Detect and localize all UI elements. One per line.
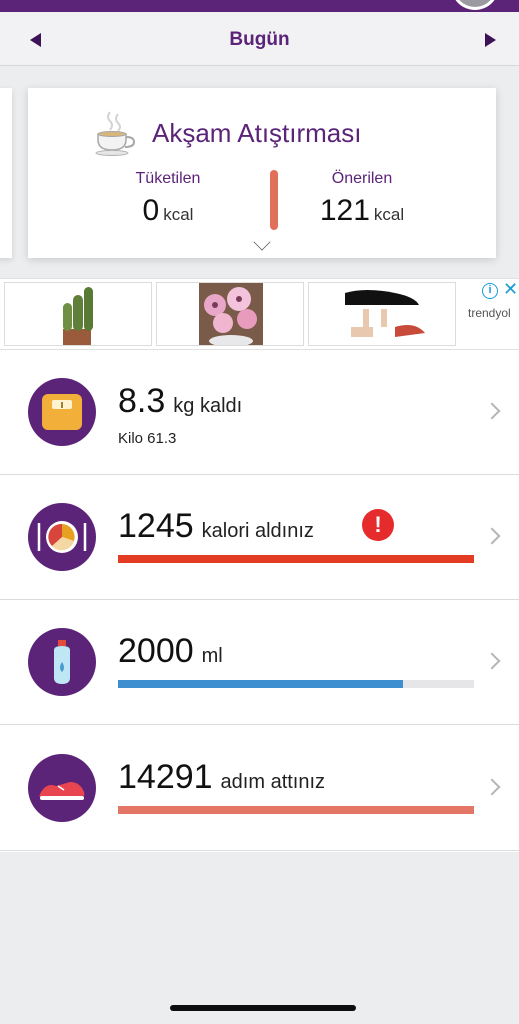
triangle-right-icon[interactable]: [478, 28, 502, 52]
calories-circle: [28, 503, 96, 571]
recommended-unit: kcal: [373, 205, 405, 224]
consumed-label: Tüketilen: [135, 170, 201, 187]
status-bar: [0, 0, 519, 12]
consumed-column: Tüketilen 0 kcal: [98, 170, 238, 228]
recommended-column: Önerilen 121 kcal: [292, 170, 432, 228]
running-shoe-icon: [39, 782, 85, 800]
water-row[interactable]: 2000 ml: [0, 600, 519, 725]
water-unit: ml: [201, 645, 223, 667]
water-value: 2000: [118, 632, 194, 670]
weight-circle: [28, 378, 96, 446]
steps-progress-fill: [118, 806, 474, 814]
meal-card[interactable]: Akşam Atıştırması Tüketilen 0 kcal Öneril…: [28, 88, 496, 258]
water-circle: [28, 628, 96, 696]
chevron-right-icon[interactable]: [483, 402, 501, 420]
date-navigation-bar: Bugün: [0, 12, 519, 66]
steps-label: adım attınız: [220, 771, 326, 793]
steps-progress-track: [118, 806, 474, 814]
steps-circle: [28, 754, 96, 822]
calories-progress-track: [118, 555, 474, 563]
chevron-down-icon[interactable]: [253, 233, 271, 251]
weight-remaining-value: 8.3: [118, 382, 166, 420]
recommended-label: Önerilen: [331, 170, 393, 187]
chevron-right-icon[interactable]: [483, 778, 501, 796]
ad-banner[interactable]: i ✕: [0, 278, 519, 350]
ad-close-icon[interactable]: ✕: [503, 279, 518, 300]
water-progress-fill: [118, 680, 403, 688]
date-title[interactable]: Bugün: [0, 29, 519, 51]
water-bottle-icon: [54, 640, 70, 684]
calories-progress-fill: [118, 555, 474, 563]
chevron-right-icon[interactable]: [483, 527, 501, 545]
steps-value: 14291: [118, 758, 213, 796]
weight-row[interactable]: 8.3 kg kaldı Kilo 61.3: [0, 350, 519, 475]
calories-value: 1245: [118, 507, 194, 545]
ad-brand-logo[interactable]: trendyol: [468, 306, 511, 320]
insole-shoes-image[interactable]: [308, 282, 456, 346]
chevron-right-icon[interactable]: [483, 652, 501, 670]
meal-title: Akşam Atıştırması: [152, 118, 362, 148]
cactus-plant-image[interactable]: [4, 282, 152, 346]
consumed-value: 0: [142, 194, 160, 227]
tea-cup-icon: [95, 111, 136, 156]
calories-row[interactable]: 1245 kalori aldınız !: [0, 475, 519, 600]
plate-icon: [37, 521, 87, 553]
flower-pot-image[interactable]: [156, 282, 304, 346]
current-weight: Kilo 61.3: [118, 430, 177, 447]
previous-meal-card[interactable]: [0, 88, 12, 258]
calories-label: kalori aldınız: [201, 520, 314, 542]
water-progress-track: [118, 680, 474, 688]
scale-icon: [42, 394, 82, 430]
home-indicator: [170, 1005, 356, 1011]
meal-divider: [270, 170, 278, 230]
ad-info-icon[interactable]: i: [482, 283, 498, 299]
alert-icon[interactable]: !: [362, 509, 394, 541]
daily-summary-panel: 8.3 kg kaldı Kilo 61.3 1245 kalori aldınız…: [0, 350, 519, 852]
weight-remaining-label: kg kaldı: [173, 395, 243, 417]
consumed-unit: kcal: [163, 205, 194, 224]
recommended-value: 121: [319, 194, 370, 227]
steps-row[interactable]: 14291 adım attınız: [0, 726, 519, 851]
